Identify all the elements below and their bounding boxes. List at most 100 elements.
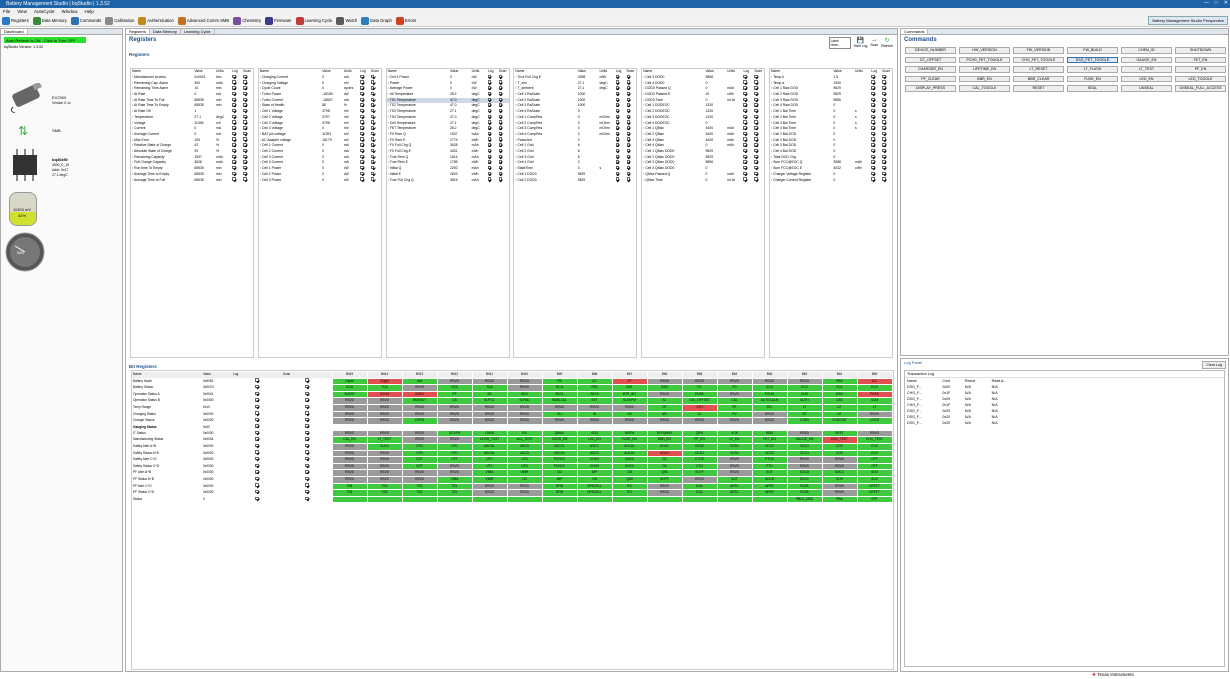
scan-checkbox[interactable] xyxy=(305,489,309,494)
scan-checkbox[interactable] xyxy=(305,424,309,428)
scan-checkbox[interactable] xyxy=(305,404,309,409)
log-checkbox[interactable] xyxy=(255,450,259,454)
log-checkbox[interactable] xyxy=(871,103,875,107)
command-fw-build-button[interactable]: FW_BUILD xyxy=(1067,47,1118,54)
log-checkbox[interactable] xyxy=(232,148,236,153)
scan-checkbox[interactable] xyxy=(370,86,375,90)
log-checkbox[interactable] xyxy=(232,80,236,84)
log-checkbox[interactable] xyxy=(487,91,492,96)
log-checkbox[interactable] xyxy=(232,114,236,119)
menu-window[interactable]: Window xyxy=(61,8,77,15)
log-checkbox[interactable] xyxy=(255,398,259,402)
log-checkbox[interactable] xyxy=(871,120,875,124)
command-bbr-clear-button[interactable]: BBR_CLEAR xyxy=(1013,75,1064,82)
scan-checkbox[interactable] xyxy=(882,143,886,147)
log-checkbox[interactable] xyxy=(232,97,236,101)
scan-checkbox[interactable] xyxy=(882,148,886,153)
command-led-en-button[interactable]: LED_EN xyxy=(1121,75,1172,82)
scan-checkbox[interactable] xyxy=(626,148,631,153)
command-lt-reset-button[interactable]: LT_RESET xyxy=(1013,66,1064,73)
register-row[interactable]: ▪ Average Time to Full 65535 min xyxy=(131,177,253,183)
scan-checkbox[interactable] xyxy=(370,148,375,153)
bit-register-row[interactable]: Temp Range 0x10 RSVD RSVD RSVD RSVD RSVD RSVD RS… xyxy=(132,403,893,412)
log-checkbox[interactable] xyxy=(360,165,364,170)
log-checkbox[interactable] xyxy=(615,160,620,164)
log-checkbox[interactable] xyxy=(743,148,747,153)
scan-checkbox[interactable] xyxy=(498,171,503,176)
log-checkbox[interactable] xyxy=(232,160,236,164)
log-checkbox[interactable] xyxy=(743,120,747,124)
bit-register-row[interactable]: Battery Mode 0x6081 CapM ChgM AM RSVD RSVD RSVD… xyxy=(132,377,893,386)
close-icon[interactable]: ✕ xyxy=(1224,0,1228,8)
log-checkbox[interactable] xyxy=(255,411,259,415)
bit-register-row[interactable]: Status 0 PBLO_DBG PBA EFF xyxy=(132,495,893,504)
log-checkbox[interactable] xyxy=(487,97,492,101)
command-unseal-button[interactable]: UNSEAL xyxy=(1121,85,1172,92)
scan-checkbox[interactable] xyxy=(498,126,503,130)
log-checkbox[interactable] xyxy=(743,143,747,147)
scan-checkbox[interactable] xyxy=(305,470,309,474)
scan-checkbox[interactable] xyxy=(370,171,375,176)
scan-checkbox[interactable] xyxy=(754,97,758,101)
menu-help[interactable]: Help xyxy=(84,8,93,15)
log-checkbox[interactable] xyxy=(743,74,747,79)
command-shutdown-button[interactable]: SHUTDOWN xyxy=(1175,47,1226,54)
log-label-field[interactable]: Label Here... xyxy=(828,37,851,49)
log-checkbox[interactable] xyxy=(255,391,259,396)
command-hw-version-button[interactable]: HW_VERSION xyxy=(959,47,1010,54)
log-checkbox[interactable] xyxy=(360,137,364,141)
command-display-press-button[interactable]: DISPLAY_PRESS xyxy=(905,85,956,92)
log-checkbox[interactable] xyxy=(615,126,620,130)
scan-checkbox[interactable] xyxy=(498,86,503,90)
scan-checkbox[interactable] xyxy=(754,143,758,147)
log-checkbox[interactable] xyxy=(360,177,364,181)
command-led-toggle-button[interactable]: LED_TOGGLE xyxy=(1175,75,1226,82)
scan-checkbox[interactable] xyxy=(498,91,503,96)
command-lifetime-en-button[interactable]: LIFETIME_EN xyxy=(959,66,1010,73)
menu-file[interactable]: File xyxy=(3,8,10,15)
scan-checkbox[interactable] xyxy=(305,476,309,481)
log-checkbox[interactable] xyxy=(743,177,747,181)
log-checkbox[interactable] xyxy=(255,404,259,409)
log-checkbox[interactable] xyxy=(255,463,259,468)
tab-commands[interactable]: Commands xyxy=(901,29,929,34)
log-checkbox[interactable] xyxy=(743,103,747,107)
scan-checkbox[interactable] xyxy=(882,103,886,107)
log-checkbox[interactable] xyxy=(487,171,492,176)
log-checkbox[interactable] xyxy=(360,120,364,124)
log-checkbox[interactable] xyxy=(615,108,620,113)
minimize-icon[interactable]: — xyxy=(1204,0,1209,8)
log-checkbox[interactable] xyxy=(487,126,492,130)
clear-log-button[interactable]: Clear Log xyxy=(1202,361,1226,369)
command-chg-fet-toggle-button[interactable]: CHG_FET_TOGGLE xyxy=(1013,56,1064,63)
log-checkbox[interactable] xyxy=(232,137,236,141)
scan-checkbox[interactable] xyxy=(370,97,375,101)
scan-checkbox[interactable] xyxy=(243,74,247,79)
log-checkbox[interactable] xyxy=(871,177,875,181)
toolbar-watch-button[interactable]: Watch xyxy=(336,16,357,25)
log-checkbox[interactable] xyxy=(743,86,747,90)
scan-checkbox[interactable] xyxy=(626,126,631,130)
scan-checkbox[interactable] xyxy=(305,456,309,461)
log-checkbox[interactable] xyxy=(487,165,492,170)
maximize-icon[interactable]: □ xyxy=(1215,0,1218,8)
log-checkbox[interactable] xyxy=(487,143,492,147)
log-checkbox[interactable] xyxy=(255,489,259,494)
scan-checkbox[interactable] xyxy=(498,74,503,79)
scan-checkbox[interactable] xyxy=(498,137,503,141)
log-checkbox[interactable] xyxy=(871,160,875,164)
log-checkbox[interactable] xyxy=(255,378,259,382)
scan-checkbox[interactable] xyxy=(370,108,375,113)
scan-checkbox[interactable] xyxy=(754,80,758,84)
log-checkbox[interactable] xyxy=(487,177,492,181)
log-checkbox[interactable] xyxy=(615,154,620,159)
log-checkbox[interactable] xyxy=(871,97,875,101)
scan-checkbox[interactable] xyxy=(243,80,247,84)
log-checkbox[interactable] xyxy=(487,108,492,113)
scan-checkbox[interactable] xyxy=(754,131,758,136)
toolbar-calibration-button[interactable]: Calibration xyxy=(105,16,134,25)
log-checkbox[interactable] xyxy=(615,165,620,170)
toolbar-authentication-button[interactable]: Authentication xyxy=(138,16,174,25)
scan-checkbox[interactable] xyxy=(498,177,503,181)
log-checkbox[interactable] xyxy=(615,97,620,101)
